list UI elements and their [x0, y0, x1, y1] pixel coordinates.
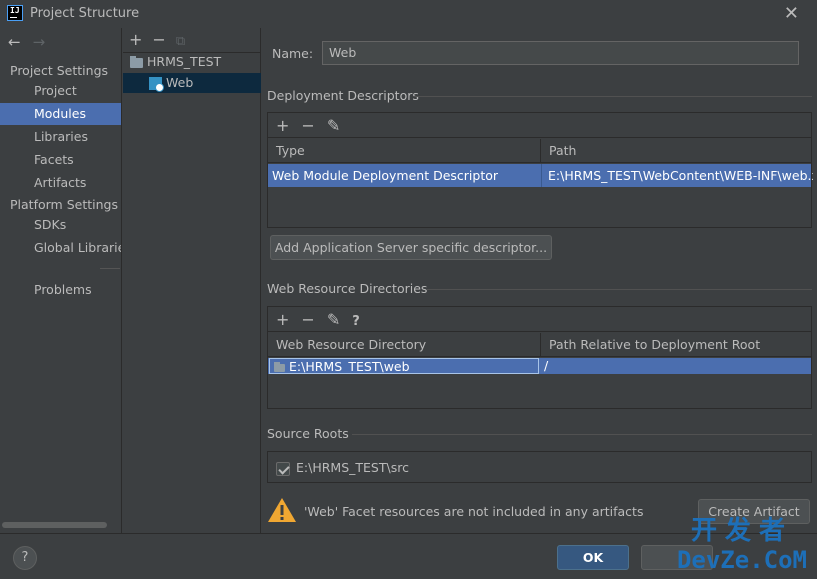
edit-descriptor-button[interactable]: ✎ — [327, 116, 340, 135]
tree-toolbar: + − ⧉ — [129, 30, 195, 49]
resource-directory-label: E:\HRMS_TEST\web — [289, 359, 410, 374]
column-header-path[interactable]: Path — [541, 139, 813, 163]
tree-item-web[interactable]: Web — [123, 73, 261, 93]
resource-directory-cell: E:\HRMS_TEST\web — [269, 358, 539, 374]
title-bar: IJ Project Structure ✕ — [0, 0, 817, 28]
table-row[interactable]: Web Module Deployment Descriptor E:\HRMS… — [268, 164, 813, 187]
edit-resource-button[interactable]: ✎ — [327, 310, 340, 329]
resource-table: Web Resource Directory Path Relative to … — [268, 333, 811, 408]
sidebar-item-global-libraries[interactable]: Global Libraries — [0, 237, 121, 259]
help-resource-button[interactable]: ? — [352, 314, 360, 329]
sidebar-item-project[interactable]: Project — [0, 80, 121, 102]
name-input[interactable]: Web — [322, 41, 799, 65]
web-resource-directories-title: Web Resource Directories — [267, 281, 428, 296]
ok-button[interactable]: OK — [557, 545, 629, 570]
add-server-descriptor-button[interactable]: Add Application Server specific descript… — [270, 235, 552, 260]
close-button[interactable]: ✕ — [784, 3, 799, 24]
window-title: Project Structure — [30, 6, 140, 21]
resource-relative-cell: / — [544, 358, 549, 373]
facet-settings: Name: Web Deployment Descriptors + − ✎ Typ… — [262, 28, 817, 533]
add-descriptor-button[interactable]: + — [276, 116, 289, 135]
section-divider — [352, 434, 812, 435]
section-platform-settings: Platform Settings — [10, 197, 118, 212]
descriptor-path-cell: E:\HRMS_TEST\WebContent\WEB-INF\web.xml — [541, 164, 813, 187]
remove-descriptor-button[interactable]: − — [301, 116, 314, 135]
deployment-descriptors-panel: + − ✎ Type Path Web Module Deployment Desc… — [267, 112, 813, 228]
descriptor-type-cell: Web Module Deployment Descriptor — [272, 168, 499, 183]
source-root-checkbox[interactable] — [276, 461, 290, 476]
add-module-button[interactable]: + — [129, 30, 142, 49]
sidebar-item-libraries[interactable]: Libraries — [0, 126, 121, 148]
folder-icon — [130, 55, 143, 68]
descriptor-table: Type Path Web Module Deployment Descript… — [268, 139, 813, 227]
warning-message: 'Web' Facet resources are not included i… — [304, 504, 644, 519]
module-tree-panel: + − ⧉ HRMS_TEST Web — [123, 28, 261, 533]
site-watermark: 开发者 DevZe.CoM — [677, 515, 807, 573]
descriptor-toolbar: + − ✎ — [268, 113, 811, 138]
table-header: Web Resource Directory Path Relative to … — [268, 333, 811, 357]
column-header-relative-path[interactable]: Path Relative to Deployment Root — [541, 333, 813, 357]
table-row[interactable]: E:\HRMS_TEST\web / — [268, 358, 811, 374]
copy-module-icon[interactable]: ⧉ — [176, 34, 185, 49]
forward-arrow-icon[interactable]: → — [33, 33, 46, 51]
remove-module-button[interactable]: − — [152, 30, 165, 49]
back-arrow-icon[interactable]: ← — [8, 33, 21, 51]
tree-item-hrms-test[interactable]: HRMS_TEST — [130, 52, 221, 72]
tree-item-label: HRMS_TEST — [147, 54, 222, 69]
nav-arrows: ← → — [8, 33, 45, 51]
section-divider — [414, 96, 812, 97]
watermark-line2: DevZe.CoM — [676, 546, 807, 574]
sidebar-divider — [100, 268, 120, 269]
settings-sidebar: ← → Project Settings Project Modules Libr… — [0, 28, 122, 533]
section-project-settings: Project Settings — [10, 63, 109, 78]
source-roots-title: Source Roots — [267, 426, 349, 441]
help-button[interactable]: ? — [13, 546, 37, 570]
source-root-item[interactable]: E:\HRMS_TEST\src — [276, 460, 409, 476]
sidebar-item-sdks[interactable]: SDKs — [0, 214, 121, 236]
source-root-label: E:\HRMS_TEST\src — [296, 460, 409, 475]
web-facet-icon — [149, 77, 164, 92]
web-resource-panel: + − ✎? Web Resource Directory Path Relativ… — [267, 306, 812, 409]
sidebar-item-facets[interactable]: Facets — [0, 149, 121, 171]
warning-icon — [268, 498, 296, 522]
intellij-logo-icon: IJ — [7, 5, 23, 21]
folder-icon — [274, 361, 285, 372]
sidebar-item-problems[interactable]: Problems — [0, 279, 121, 301]
column-header-type[interactable]: Type — [268, 139, 541, 163]
source-roots-panel: E:\HRMS_TEST\src — [267, 451, 812, 483]
sidebar-item-modules[interactable]: Modules — [0, 103, 121, 125]
add-resource-button[interactable]: + — [276, 310, 289, 329]
column-header-directory[interactable]: Web Resource Directory — [268, 333, 541, 357]
remove-resource-button[interactable]: − — [301, 310, 314, 329]
sidebar-item-artifacts[interactable]: Artifacts — [0, 172, 121, 194]
table-header: Type Path — [268, 139, 811, 163]
deployment-descriptors-title: Deployment Descriptors — [267, 88, 419, 103]
section-divider — [427, 289, 812, 290]
sidebar-scrollbar[interactable] — [2, 522, 107, 528]
resource-toolbar: + − ✎? — [268, 307, 811, 332]
name-label: Name: — [272, 46, 314, 61]
watermark-line1: 开发者 — [690, 516, 793, 546]
tree-item-label: Web — [166, 75, 194, 90]
